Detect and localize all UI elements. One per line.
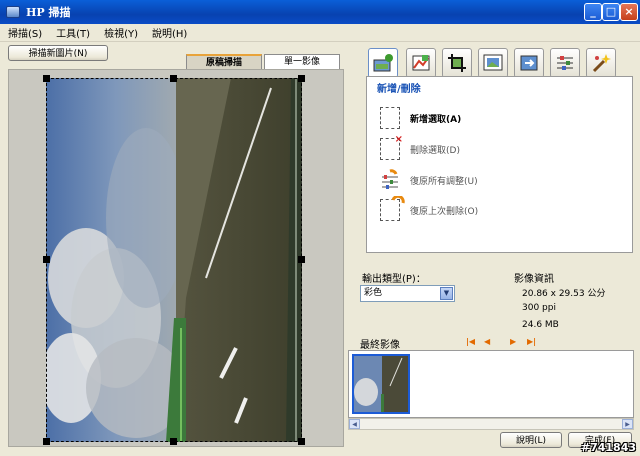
task-label: 復原所有調整(U) bbox=[410, 176, 478, 187]
add-delete-task-panel: 新增/刪除 新增選取(A) × 刪除選取(D) 復原所有調整(U) 復原上次刪除… bbox=[366, 76, 633, 253]
rotate-tool-button[interactable] bbox=[514, 48, 544, 78]
task-label: 刪除選取(D) bbox=[410, 145, 460, 156]
magic-wand-icon bbox=[592, 54, 611, 73]
selection-handle[interactable] bbox=[170, 438, 177, 445]
final-image-thumbnail[interactable] bbox=[352, 354, 410, 414]
selection-handle[interactable] bbox=[43, 75, 50, 82]
last-image-icon[interactable]: ▶| bbox=[527, 337, 536, 346]
resize-icon bbox=[483, 54, 503, 71]
selection-handle[interactable] bbox=[298, 438, 305, 445]
output-type-value: 彩色 bbox=[364, 288, 383, 298]
delete-selection-icon: × bbox=[380, 134, 403, 160]
final-images-strip bbox=[348, 350, 634, 418]
image-file-size-value: 24.6 MB bbox=[522, 320, 559, 330]
add-selection-icon bbox=[380, 107, 400, 129]
add-selection-action[interactable]: 新增選取(A) bbox=[380, 107, 461, 129]
magic-wand-tool-button[interactable] bbox=[586, 48, 616, 78]
output-type-select[interactable]: 彩色 ▼ bbox=[360, 285, 455, 302]
undo-last-delete-action[interactable]: 復原上次刪除(O) bbox=[380, 196, 479, 221]
task-panel-heading: 新增/刪除 bbox=[377, 84, 421, 95]
selection-rectangle[interactable] bbox=[46, 78, 302, 442]
task-label: 復原上次刪除(O) bbox=[410, 206, 479, 217]
undo-all-adjustments-icon bbox=[380, 169, 400, 191]
menu-tools[interactable]: 工具(T) bbox=[56, 25, 90, 40]
crop-icon bbox=[448, 54, 466, 72]
image-size-value: 20.86 x 29.53 公分 bbox=[522, 289, 606, 299]
task-label: 新增選取(A) bbox=[410, 114, 462, 125]
close-button[interactable]: × bbox=[620, 3, 638, 21]
menu-scan[interactable]: 掃描(S) bbox=[8, 25, 42, 40]
previous-image-icon[interactable]: ◀ bbox=[484, 337, 490, 346]
menu-help[interactable]: 說明(H) bbox=[152, 25, 187, 40]
scroll-right-icon[interactable]: ▶ bbox=[622, 419, 633, 429]
title-bar: HP 掃描 _ □ × bbox=[0, 0, 640, 24]
output-type-label: 輸出類型(P)： bbox=[362, 274, 426, 285]
image-info-label: 影像資訊 bbox=[514, 274, 554, 285]
color-adjust-tool-button[interactable] bbox=[406, 48, 436, 78]
tab-original-scan[interactable]: 原稿掃描 bbox=[186, 54, 262, 69]
sliders-icon bbox=[557, 56, 573, 70]
selection-handle[interactable] bbox=[170, 75, 177, 82]
new-scan-button[interactable]: 掃描新圖片(N) bbox=[8, 45, 108, 61]
watermark-text: #741843 bbox=[580, 441, 636, 454]
sliders-tool-button[interactable] bbox=[550, 48, 580, 78]
thumbnail-scrollbar[interactable]: ◀ ▶ bbox=[348, 418, 634, 430]
selection-handle[interactable] bbox=[298, 256, 305, 263]
minimize-button[interactable]: _ bbox=[584, 3, 602, 21]
window-title: HP 掃描 bbox=[26, 6, 71, 19]
undo-all-adjustments-action[interactable]: 復原所有調整(U) bbox=[380, 169, 478, 191]
next-image-icon[interactable]: ▶ bbox=[510, 337, 516, 346]
scan-preview-panel bbox=[8, 69, 344, 447]
tab-single-image[interactable]: 單一影像 bbox=[264, 54, 340, 69]
selection-handle[interactable] bbox=[43, 256, 50, 263]
add-delete-tool-button[interactable] bbox=[368, 48, 398, 78]
resize-tool-button[interactable] bbox=[478, 48, 508, 78]
color-adjust-icon bbox=[412, 55, 430, 71]
rotate-icon bbox=[520, 55, 538, 71]
undo-last-delete-icon bbox=[380, 196, 405, 221]
hp-scan-app-icon bbox=[6, 6, 20, 18]
chevron-down-icon[interactable]: ▼ bbox=[440, 287, 453, 300]
selection-handle[interactable] bbox=[298, 75, 305, 82]
first-image-icon[interactable]: |◀ bbox=[466, 337, 475, 346]
menu-bar: 掃描(S) 工具(T) 檢視(Y) 說明(H) bbox=[0, 24, 640, 42]
help-button[interactable]: 說明(L) bbox=[500, 432, 562, 448]
delete-selection-action[interactable]: × 刪除選取(D) bbox=[380, 134, 460, 160]
menu-view[interactable]: 檢視(Y) bbox=[104, 25, 138, 40]
maximize-button[interactable]: □ bbox=[602, 3, 620, 21]
scroll-left-icon[interactable]: ◀ bbox=[349, 419, 360, 429]
add-delete-icon bbox=[373, 54, 393, 72]
crop-tool-button[interactable] bbox=[442, 48, 472, 78]
final-images-label: 最終影像 bbox=[360, 340, 400, 351]
image-resolution-value: 300 ppi bbox=[522, 303, 556, 313]
selection-handle[interactable] bbox=[43, 438, 50, 445]
